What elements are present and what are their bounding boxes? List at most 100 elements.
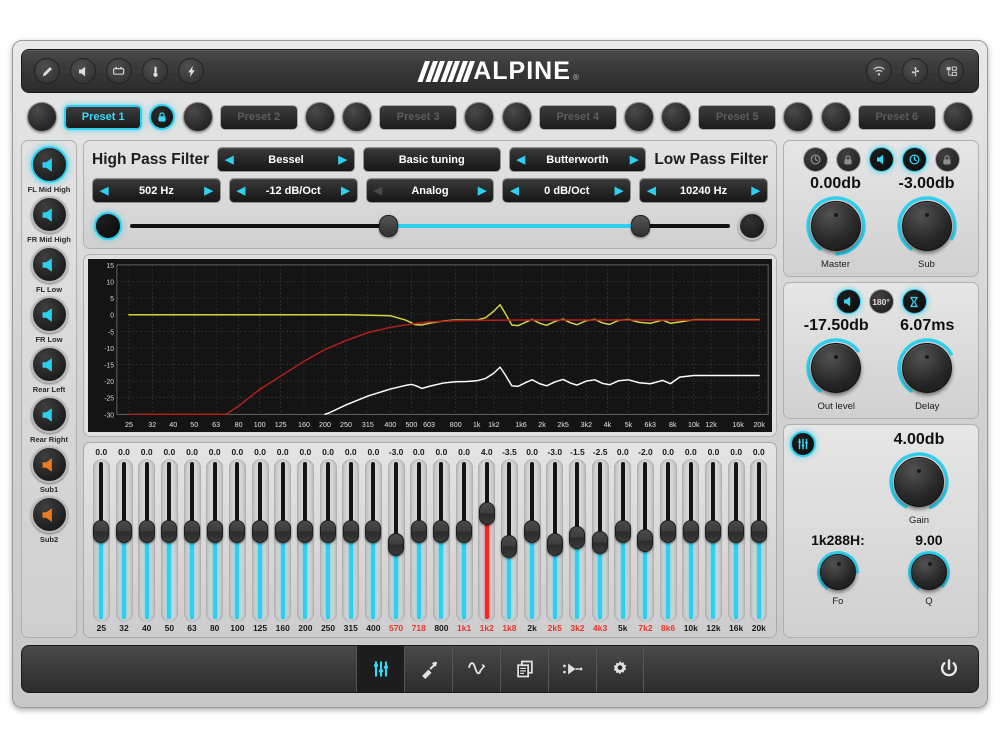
eq-fader-16[interactable] (453, 459, 476, 622)
speaker-icon[interactable] (31, 196, 68, 233)
lp-slope-select[interactable]: ◀ 0 dB/Oct ▶ (502, 178, 631, 203)
eq-fader-15[interactable] (430, 459, 453, 622)
eq-fader-10[interactable] (317, 459, 340, 622)
fader-thumb[interactable] (705, 520, 721, 543)
eq-fader-28[interactable] (725, 459, 748, 622)
preset-button-5[interactable]: Preset 5 (698, 105, 776, 130)
eq-fader-21[interactable] (566, 459, 589, 622)
hp-range-knob[interactable] (94, 212, 122, 240)
speaker-item-1[interactable]: FR Mid High (22, 196, 76, 244)
fader-thumb[interactable] (411, 520, 427, 543)
preset-knob[interactable] (464, 102, 494, 132)
preset-knob[interactable] (27, 102, 57, 132)
wifi-icon[interactable] (866, 58, 892, 84)
crossover-range-slider[interactable] (92, 212, 768, 240)
eq-fader-1[interactable] (113, 459, 136, 622)
preset-knob[interactable] (342, 102, 372, 132)
speaker-icon[interactable] (31, 146, 68, 183)
chevron-right-icon[interactable]: ▶ (478, 184, 486, 197)
hp-type-select[interactable]: ◀ Bessel ▶ (217, 147, 355, 172)
tab-equalizer[interactable] (356, 646, 404, 692)
fader-thumb[interactable] (683, 520, 699, 543)
speaker-item-6[interactable]: Sub1 (22, 446, 76, 494)
speaker-icon[interactable] (31, 346, 68, 383)
preset-button-2[interactable]: Preset 2 (220, 105, 298, 130)
tab-copy-documents[interactable] (500, 646, 548, 692)
speaker-icon[interactable] (31, 246, 68, 283)
lp-range-knob[interactable] (738, 212, 766, 240)
eq-fader-14[interactable] (407, 459, 430, 622)
eq-fader-26[interactable] (679, 459, 702, 622)
fader-thumb[interactable] (547, 533, 563, 556)
fader-thumb[interactable] (637, 529, 653, 552)
fader-thumb[interactable] (229, 520, 245, 543)
fader-thumb[interactable] (207, 520, 223, 543)
eq-fader-11[interactable] (339, 459, 362, 622)
fader-thumb[interactable] (275, 520, 291, 543)
eq-fader-23[interactable] (611, 459, 634, 622)
fader-thumb[interactable] (751, 520, 767, 543)
fader-thumb[interactable] (297, 520, 313, 543)
eq-fader-8[interactable] (271, 459, 294, 622)
preset-button-1[interactable]: Preset 1 (64, 105, 142, 130)
eq-fader-19[interactable] (521, 459, 544, 622)
fader-thumb[interactable] (728, 520, 744, 543)
fader-thumb[interactable] (184, 520, 200, 543)
network-icon[interactable] (938, 58, 964, 84)
eq-fader-12[interactable] (362, 459, 385, 622)
speaker-item-5[interactable]: Rear Right (22, 396, 76, 444)
phase-180-icon[interactable]: 180° (869, 289, 894, 314)
chevron-left-icon[interactable]: ◀ (510, 184, 518, 197)
master-reset-icon[interactable] (803, 147, 828, 172)
equalizer-icon[interactable] (790, 431, 816, 457)
chevron-right-icon[interactable]: ▶ (630, 153, 638, 166)
chevron-left-icon[interactable]: ◀ (237, 184, 245, 197)
delay-knob[interactable] (896, 337, 958, 399)
chevron-right-icon[interactable]: ▶ (204, 184, 212, 197)
preset-knob[interactable] (783, 102, 813, 132)
eq-fader-25[interactable] (657, 459, 680, 622)
speaker-item-3[interactable]: FR Low (22, 296, 76, 344)
range-thumb-low[interactable] (379, 215, 398, 237)
output-speaker-icon[interactable] (836, 289, 861, 314)
tab-settings[interactable] (596, 646, 644, 692)
sub-reset-icon[interactable] (902, 147, 927, 172)
lightning-icon[interactable] (178, 58, 204, 84)
fader-thumb[interactable] (116, 520, 132, 543)
hp-slope-select[interactable]: ◀ -12 dB/Oct ▶ (229, 178, 358, 203)
eq-fader-2[interactable] (135, 459, 158, 622)
eq-fader-17[interactable] (475, 459, 498, 622)
speaker-icon[interactable] (31, 446, 68, 483)
chevron-right-icon[interactable]: ▶ (341, 184, 349, 197)
fader-thumb[interactable] (524, 520, 540, 543)
speaker-item-7[interactable]: Sub2 (22, 496, 76, 544)
speaker-item-2[interactable]: FL Low (22, 246, 76, 294)
eq-fader-13[interactable] (385, 459, 408, 622)
lp-type-select[interactable]: ◀ Butterworth ▶ (509, 147, 647, 172)
preset-knob[interactable] (502, 102, 532, 132)
tuning-mode-button[interactable]: Basic tuning (363, 147, 501, 172)
chevron-left-icon[interactable]: ◀ (100, 184, 108, 197)
preset-knob[interactable] (821, 102, 851, 132)
fo-knob[interactable] (816, 550, 860, 594)
eq-fader-5[interactable] (203, 459, 226, 622)
eq-fader-20[interactable] (543, 459, 566, 622)
filter-mode-select[interactable]: ◀ Analog ▶ (366, 178, 495, 203)
chevron-right-icon[interactable]: ▶ (338, 153, 346, 166)
chevron-left-icon[interactable]: ◀ (374, 184, 382, 197)
eq-fader-4[interactable] (181, 459, 204, 622)
fader-thumb[interactable] (252, 520, 268, 543)
preset-button-3[interactable]: Preset 3 (379, 105, 457, 130)
fader-thumb[interactable] (365, 520, 381, 543)
lock-icon[interactable] (149, 104, 175, 130)
eq-fader-18[interactable] (498, 459, 521, 622)
eq-fader-24[interactable] (634, 459, 657, 622)
lp-frequency-select[interactable]: ◀ 10240 Hz ▶ (639, 178, 768, 203)
eq-fader-0[interactable] (90, 459, 113, 622)
fader-thumb[interactable] (93, 520, 109, 543)
sub-lock-icon[interactable] (935, 147, 960, 172)
preset-button-6[interactable]: Preset 6 (858, 105, 936, 130)
fader-thumb[interactable] (320, 520, 336, 543)
fader-thumb[interactable] (501, 535, 517, 558)
preset-knob[interactable] (183, 102, 213, 132)
